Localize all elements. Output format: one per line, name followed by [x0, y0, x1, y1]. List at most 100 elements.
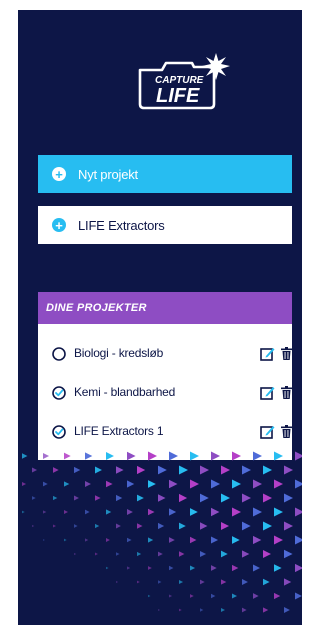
decorative-triangle: [253, 593, 259, 599]
decorative-triangle: [148, 594, 151, 598]
decorative-triangle: [211, 451, 220, 461]
decorative-triangle: [295, 479, 302, 489]
decorative-triangle: [221, 607, 226, 613]
decorative-triangle: [85, 538, 89, 542]
decorative-triangle: [53, 524, 57, 528]
decorative-triangle: [295, 451, 302, 461]
radio-checked-icon[interactable]: [52, 425, 66, 439]
decorative-triangle: [263, 607, 269, 613]
plus-circle-icon: +: [52, 167, 66, 181]
decorative-triangle: [190, 594, 194, 598]
decorative-triangle: [232, 507, 241, 517]
decorative-triangle: [295, 535, 302, 545]
decorative-triangle: [169, 565, 174, 571]
decorative-triangle: [263, 493, 272, 503]
decorative-triangle: [221, 521, 230, 531]
decorative-triangle: [190, 479, 199, 489]
project-row[interactable]: Kemi - blandbarhed: [38, 381, 292, 405]
decorative-triangle: [263, 578, 270, 586]
decorative-triangle: [179, 551, 185, 557]
decorative-triangle: [169, 508, 177, 516]
edit-icon[interactable]: [260, 424, 275, 439]
decorative-triangle: [232, 564, 239, 572]
life-extractors-button[interactable]: + LIFE Extractors: [38, 206, 292, 244]
decorative-triangle: [242, 465, 251, 475]
decorative-triangle: [169, 451, 178, 461]
decorative-triangle: [274, 507, 283, 517]
trash-icon[interactable]: [281, 425, 292, 438]
decorative-triangle: [232, 479, 241, 489]
decorative-triangle: [116, 580, 119, 584]
decorative-triangle: [232, 451, 241, 461]
decorative-triangle: [242, 493, 251, 503]
decorative-triangle: [95, 495, 101, 501]
decorative-triangle: [263, 465, 272, 475]
decorative-triangle: [242, 579, 248, 585]
projects-panel: DINE PROJEKTER Biologi - kredsløb Kemi -…: [38, 292, 292, 460]
decorative-triangle: [148, 566, 152, 570]
projects-header: DINE PROJEKTER: [38, 292, 292, 324]
decorative-triangle: [116, 494, 123, 502]
decorative-triangle: [43, 538, 46, 542]
decorative-triangle: [106, 480, 113, 488]
project-row[interactable]: Biologi - kredsløb: [38, 342, 292, 366]
decorative-triangle: [158, 522, 165, 530]
decorative-triangle: [232, 593, 238, 599]
decorative-triangle: [284, 607, 290, 613]
decorative-triangle: [274, 479, 283, 489]
decorative-triangle: [106, 566, 109, 570]
decorative-triangle: [274, 592, 281, 600]
decorative-triangle: [295, 507, 302, 517]
decorative-triangle: [169, 537, 175, 543]
decorative-triangle: [253, 479, 262, 489]
project-name: Kemi - blandbarhed: [74, 385, 176, 399]
decorative-triangle: [74, 495, 79, 501]
decorative-triangle: [32, 524, 35, 528]
decorative-triangle: [116, 523, 121, 529]
decorative-triangle: [85, 509, 90, 515]
radio-checked-icon[interactable]: [52, 386, 66, 400]
decorative-triangle: [22, 510, 25, 514]
trash-icon[interactable]: [281, 347, 292, 360]
decorative-triangle: [179, 608, 182, 612]
decorative-triangle: [211, 507, 220, 517]
decorative-triangle: [137, 580, 140, 584]
decorative-triangle: [242, 550, 250, 558]
decorative-triangle: [106, 452, 114, 460]
decorative-triangle: [253, 535, 262, 545]
new-project-button[interactable]: + Nyt projekt: [38, 155, 292, 193]
decorative-triangle: [200, 608, 204, 612]
decorative-triangle: [137, 551, 142, 557]
decorative-triangle: [253, 451, 262, 461]
decorative-triangle: [127, 451, 136, 461]
decorative-triangle: [253, 507, 262, 517]
life-extractors-label: LIFE Extractors: [78, 217, 165, 233]
decorative-triangle: [242, 521, 251, 531]
decorative-triangle: [200, 579, 205, 585]
decorative-triangle: [211, 593, 216, 599]
decorative-triangle: [74, 552, 77, 556]
decorative-triangle: [284, 521, 293, 531]
decorative-triangle: [274, 564, 282, 572]
decorative-triangle: [137, 465, 146, 475]
decorative-triangle-pattern: [22, 451, 302, 613]
decorative-triangle: [95, 552, 98, 556]
decorative-triangle: [232, 536, 240, 544]
radio-unchecked-icon[interactable]: [52, 347, 66, 361]
decorative-triangle: [64, 481, 70, 487]
decorative-triangle: [43, 452, 50, 460]
project-row[interactable]: LIFE Extractors 1: [38, 420, 292, 444]
decorative-triangle: [190, 536, 197, 544]
decorative-triangle: [179, 493, 188, 503]
edit-icon[interactable]: [260, 346, 275, 361]
decorative-triangle: [85, 481, 91, 487]
plus-circle-icon: +: [52, 218, 66, 232]
decorative-triangle: [284, 549, 293, 559]
decorative-triangle: [221, 493, 230, 503]
decorative-triangle: [32, 467, 38, 473]
edit-icon[interactable]: [260, 385, 275, 400]
decorative-triangle: [263, 550, 271, 558]
decorative-triangle: [32, 496, 36, 500]
trash-icon[interactable]: [281, 386, 292, 399]
decorative-triangle: [263, 521, 272, 531]
